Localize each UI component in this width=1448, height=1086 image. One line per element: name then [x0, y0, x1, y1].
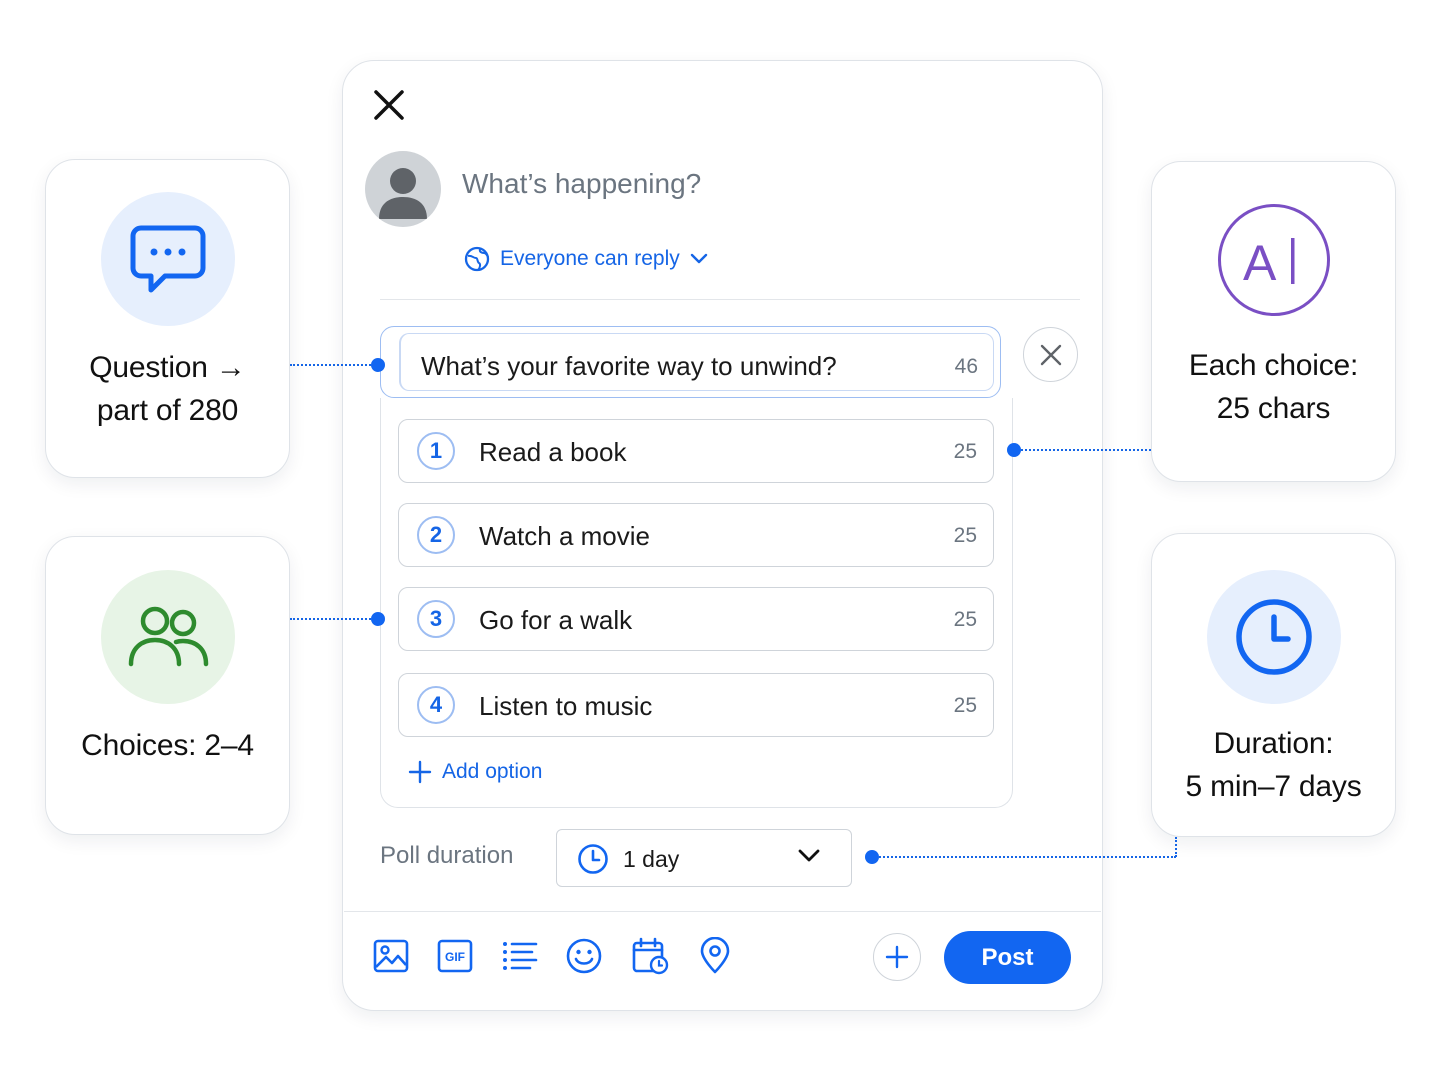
remove-poll-button[interactable] [1023, 327, 1078, 382]
schedule-icon[interactable] [631, 937, 669, 975]
choice-number-badge: 2 [417, 516, 455, 554]
compose-placeholder[interactable]: What’s happening? [462, 168, 701, 200]
duration-icon-circle [1206, 570, 1341, 704]
close-icon[interactable] [370, 86, 408, 124]
choices-callout-text: Choices: 2–4 [81, 724, 254, 767]
emoji-icon[interactable] [565, 937, 603, 975]
choices-callout-line1: Choices: 2–4 [81, 729, 254, 762]
question-icon-circle [100, 192, 235, 326]
footer-divider [344, 911, 1101, 912]
user-avatar-icon [379, 168, 427, 219]
choices-callout-card: Choices: 2–4 [45, 536, 290, 835]
each-choice-callout-card: A Each choice: 25 chars [1151, 161, 1396, 482]
poll-duration-value: 1 day [623, 846, 680, 872]
choice-number-badge: 4 [417, 686, 455, 724]
duration-callout-line1: Duration: [1213, 727, 1334, 760]
choice-number-badge: 1 [417, 432, 455, 470]
avatar [365, 151, 441, 227]
question-callout-line2: part of 280 [96, 394, 239, 427]
poll-icon[interactable] [501, 937, 539, 975]
choices-connector [290, 618, 378, 620]
gif-icon-text: GIF [445, 950, 465, 964]
each-choice-icon-circle: A [1217, 204, 1330, 316]
choice-text: Read a book [479, 437, 627, 467]
text-cursor-icon: A [1243, 235, 1294, 288]
choices-icon-circle [100, 570, 235, 704]
clock-icon [578, 844, 608, 874]
poll-choice-4[interactable]: 4 Listen to music 25 [398, 673, 994, 737]
poll-choice-1[interactable]: 1 Read a book 25 [398, 419, 994, 483]
add-option-label: Add option [442, 760, 543, 783]
each-choice-callout-text: Each choice: 25 chars [1188, 344, 1359, 430]
each-choice-connector-dot [1007, 443, 1021, 457]
choice-text: Listen to music [479, 691, 653, 721]
add-option-button[interactable]: Add option [408, 760, 542, 784]
poll-duration-select[interactable]: 1 day [556, 829, 852, 887]
choice-char-counter: 25 [953, 608, 977, 631]
each-choice-callout-line1: Each choice: [1188, 349, 1359, 382]
choice-char-counter: 25 [953, 440, 977, 463]
question-callout-line1: Question → [89, 351, 246, 384]
poll-question-text: What’s your favorite way to unwind? [421, 351, 837, 381]
poll-choice-2[interactable]: 2 Watch a movie 25 [398, 503, 994, 567]
plus-icon [408, 760, 432, 784]
close-icon [1040, 344, 1061, 365]
post-button[interactable]: Post [944, 931, 1071, 984]
question-char-counter: 46 [954, 355, 978, 378]
plus-icon [885, 945, 909, 969]
location-icon[interactable] [696, 937, 734, 975]
duration-callout-card: Duration: 5 min–7 days [1151, 533, 1396, 837]
reply-setting-button[interactable]: Everyone can reply [464, 246, 708, 272]
add-post-button[interactable] [873, 933, 921, 981]
each-choice-connector [1014, 449, 1151, 451]
choice-char-counter: 25 [953, 694, 977, 717]
question-callout-card: Question → part of 280 [45, 159, 290, 478]
poll-choice-3[interactable]: 3 Go for a walk 25 [398, 587, 994, 651]
poll-duration-label: Poll duration [380, 842, 514, 869]
question-callout-text: Question → part of 280 [89, 346, 246, 432]
chevron-down-icon [690, 253, 707, 264]
choices-connector-dot [371, 612, 385, 626]
chevron-down-icon [798, 849, 820, 862]
image-icon[interactable] [372, 937, 410, 975]
duration-callout-text: Duration: 5 min–7 days [1185, 722, 1361, 808]
duration-callout-line2: 5 min–7 days [1185, 770, 1362, 803]
header-divider [380, 299, 1080, 300]
chat-bubble-icon [130, 225, 205, 293]
choice-number-badge: 3 [417, 600, 455, 638]
clock-icon [1235, 599, 1312, 675]
duration-connector-vertical [1175, 837, 1177, 857]
globe-icon [464, 246, 490, 272]
text-cursor-glyph: A [1243, 235, 1277, 288]
choice-char-counter: 25 [953, 524, 977, 547]
reply-setting-label: Everyone can reply [500, 247, 680, 270]
each-choice-callout-line2: 25 chars [1216, 392, 1331, 425]
question-connector [290, 364, 378, 366]
question-connector-dot [371, 358, 385, 372]
gif-icon[interactable]: GIF [436, 937, 474, 975]
duration-connector-dot [865, 850, 879, 864]
choice-text: Go for a walk [479, 605, 633, 635]
duration-connector [872, 856, 1176, 858]
poll-question-field[interactable]: What’s your favorite way to unwind? 46 [380, 326, 1001, 398]
choice-text: Watch a movie [479, 521, 650, 551]
users-icon [128, 606, 208, 667]
